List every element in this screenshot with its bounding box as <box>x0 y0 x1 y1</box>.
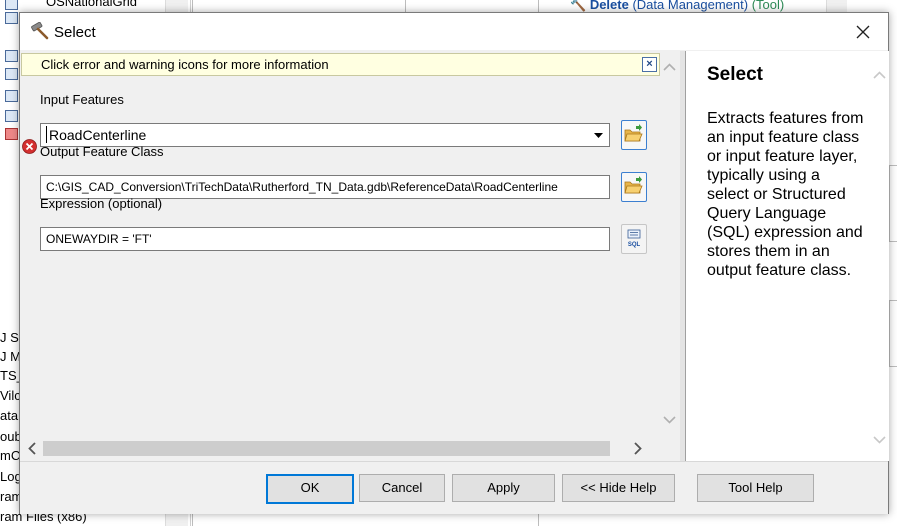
sql-icon-text: SQL <box>628 242 641 248</box>
dialog-button-bar: OK Cancel Apply << Hide Help Tool Help <box>20 461 888 514</box>
chevron-down-icon[interactable] <box>590 125 607 144</box>
sql-icon: SQL <box>627 229 641 248</box>
clipped-tree-item[interactable]: ata <box>0 408 18 423</box>
horizontal-scroll-thumb[interactable] <box>43 441 610 456</box>
parameters-horizontal-scrollbar[interactable] <box>21 439 658 458</box>
tree-node-icon <box>5 12 18 24</box>
message-bar-text: Click error and warning icons for more i… <box>41 57 329 72</box>
expression-field[interactable]: ONEWAYDIR = 'FT' <box>40 227 610 251</box>
result-type: (Tool) <box>751 0 785 12</box>
text-caret <box>46 126 47 143</box>
close-icon <box>856 25 870 39</box>
chevron-up-icon[interactable] <box>873 69 886 82</box>
help-description: Extracts features from an input feature … <box>707 110 864 279</box>
chevron-left-icon[interactable] <box>26 442 39 455</box>
chevron-right-icon[interactable] <box>631 442 644 455</box>
help-pane: Select Extracts features from an input f… <box>685 51 889 461</box>
ok-button[interactable]: OK <box>266 474 354 504</box>
parameters-vertical-scrollbar[interactable] <box>660 53 679 435</box>
output-browse-button[interactable] <box>621 172 647 202</box>
expression-value: ONEWAYDIR = 'FT' <box>46 232 152 246</box>
parameters-pane: Click error and warning icons for more i… <box>20 51 680 461</box>
help-vertical-scrollbar[interactable] <box>870 53 889 458</box>
hammer-icon: 🔨 <box>570 0 587 12</box>
result-name[interactable]: Delete <box>590 0 629 12</box>
select-tool-dialog: Select Click error and warning icons for… <box>19 12 889 514</box>
tree-node-icon <box>5 0 18 10</box>
error-icon[interactable] <box>22 139 37 154</box>
clipped-tree-item[interactable]: J M <box>0 349 21 364</box>
open-folder-icon <box>624 124 643 142</box>
chevron-up-icon[interactable] <box>663 61 676 74</box>
apply-button[interactable]: Apply <box>452 474 555 502</box>
result-category: (Data Management) <box>632 0 749 12</box>
hide-help-button[interactable]: << Hide Help <box>562 474 675 502</box>
tree-node-icon <box>5 68 18 80</box>
chevron-down-icon[interactable] <box>873 433 886 446</box>
close-button[interactable] <box>846 19 880 45</box>
message-bar: Click error and warning icons for more i… <box>21 53 660 76</box>
open-folder-icon <box>624 176 643 194</box>
panel-edge-box <box>889 300 897 367</box>
clipped-tree-item[interactable]: Vilc <box>0 388 21 403</box>
tool-help-button[interactable]: Tool Help <box>697 474 814 502</box>
cancel-button[interactable]: Cancel <box>359 474 445 502</box>
input-features-value: RoadCenterline <box>49 127 147 143</box>
help-title: Select <box>707 64 763 85</box>
toolbox-icon <box>5 128 18 140</box>
panel-edge-box <box>889 165 897 242</box>
dialog-title: Select <box>54 24 96 41</box>
input-browse-button[interactable] <box>621 120 647 150</box>
tree-item[interactable]: OSNationalGrid <box>46 0 137 9</box>
tree-node-icon <box>5 50 18 62</box>
dialog-titlebar[interactable]: Select <box>20 13 888 50</box>
expression-label: Expression (optional) <box>40 196 163 211</box>
output-feature-class-label: Output Feature Class <box>40 144 164 159</box>
chevron-down-icon[interactable] <box>663 413 676 426</box>
table-icon <box>5 110 18 122</box>
input-features-label: Input Features <box>40 92 124 107</box>
clipped-tree-item[interactable]: mC <box>0 448 20 463</box>
hammer-icon <box>31 22 49 40</box>
output-feature-class-value: C:\GIS_CAD_Conversion\TriTechData\Ruther… <box>46 180 558 194</box>
message-bar-close-icon[interactable]: × <box>642 57 657 72</box>
sql-query-button[interactable]: SQL <box>621 224 647 254</box>
table-icon <box>5 90 18 102</box>
